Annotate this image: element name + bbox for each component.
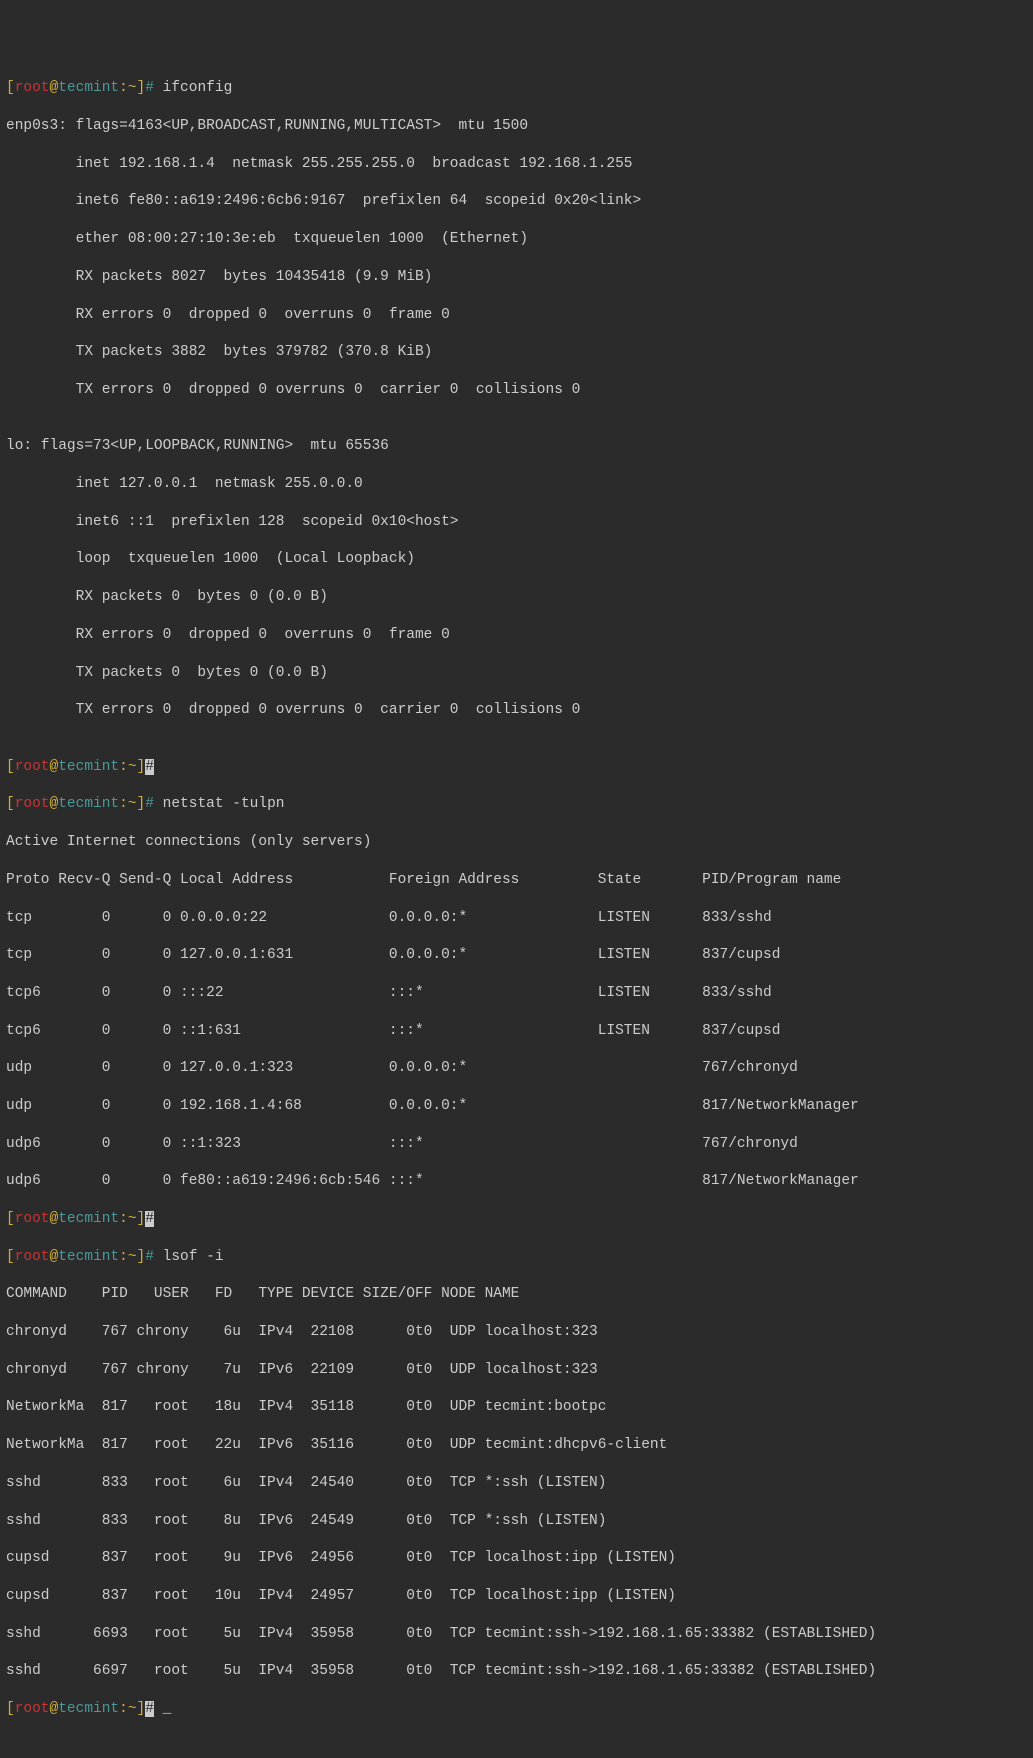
ifconfig-line: inet 127.0.0.1 netmask 255.0.0.0 [6, 475, 1027, 494]
ifconfig-line: TX errors 0 dropped 0 overruns 0 carrier… [6, 381, 1027, 400]
netstat-line: tcp 0 0 0.0.0.0:22 0.0.0.0:* LISTEN 833/… [6, 909, 1027, 928]
prompt-hash-highlight: # [145, 759, 154, 775]
command-ifconfig: ifconfig [163, 80, 233, 96]
ifconfig-line: TX packets 0 bytes 0 (0.0 B) [6, 664, 1027, 683]
lsof-line: cupsd 837 root 9u IPv6 24956 0t0 TCP loc… [6, 1549, 1027, 1568]
terminal-output[interactable]: [root@tecmint:~]# ifconfig enp0s3: flags… [6, 79, 1027, 1718]
netstat-header: Proto Recv-Q Send-Q Local Address Foreig… [6, 871, 1027, 890]
command-lsof: lsof -i [163, 1249, 224, 1265]
ifconfig-line: inet6 fe80::a619:2496:6cb6:9167 prefixle… [6, 192, 1027, 211]
ifconfig-line: TX packets 3882 bytes 379782 (370.8 KiB) [6, 343, 1027, 362]
netstat-line: udp 0 0 192.168.1.4:68 0.0.0.0:* 817/Net… [6, 1097, 1027, 1116]
cursor[interactable]: _ [163, 1701, 172, 1717]
ifconfig-line: RX errors 0 dropped 0 overruns 0 frame 0 [6, 306, 1027, 325]
prompt-user: root [15, 80, 50, 96]
netstat-line: udp6 0 0 fe80::a619:2496:6cb:546 :::* 81… [6, 1172, 1027, 1191]
lsof-line: NetworkMa 817 root 18u IPv4 35118 0t0 UD… [6, 1398, 1027, 1417]
lsof-header: COMMAND PID USER FD TYPE DEVICE SIZE/OFF… [6, 1285, 1027, 1304]
netstat-line: udp6 0 0 ::1:323 :::* 767/chronyd [6, 1135, 1027, 1154]
prompt-bracket-open: [ [6, 80, 15, 96]
lsof-line: sshd 6693 root 5u IPv4 35958 0t0 TCP tec… [6, 1625, 1027, 1644]
prompt-hash: # [145, 80, 154, 96]
lsof-line: chronyd 767 chrony 7u IPv6 22109 0t0 UDP… [6, 1361, 1027, 1380]
prompt-host: tecmint [58, 80, 119, 96]
netstat-line: tcp6 0 0 :::22 :::* LISTEN 833/sshd [6, 984, 1027, 1003]
ifconfig-line: RX errors 0 dropped 0 overruns 0 frame 0 [6, 626, 1027, 645]
lsof-line: sshd 833 root 8u IPv6 24549 0t0 TCP *:ss… [6, 1512, 1027, 1531]
netstat-line: udp 0 0 127.0.0.1:323 0.0.0.0:* 767/chro… [6, 1059, 1027, 1078]
lsof-line: chronyd 767 chrony 6u IPv4 22108 0t0 UDP… [6, 1323, 1027, 1342]
netstat-line: Active Internet connections (only server… [6, 833, 1027, 852]
ifconfig-line: RX packets 8027 bytes 10435418 (9.9 MiB) [6, 268, 1027, 287]
ifconfig-line: inet 192.168.1.4 netmask 255.255.255.0 b… [6, 155, 1027, 174]
lsof-line: NetworkMa 817 root 22u IPv6 35116 0t0 UD… [6, 1436, 1027, 1455]
lsof-line: sshd 833 root 6u IPv4 24540 0t0 TCP *:ss… [6, 1474, 1027, 1493]
ifconfig-line: RX packets 0 bytes 0 (0.0 B) [6, 588, 1027, 607]
prompt-hash-highlight: # [145, 1701, 154, 1717]
prompt-hash-highlight: # [145, 1211, 154, 1227]
netstat-line: tcp6 0 0 ::1:631 :::* LISTEN 837/cupsd [6, 1022, 1027, 1041]
lsof-line: cupsd 837 root 10u IPv4 24957 0t0 TCP lo… [6, 1587, 1027, 1606]
ifconfig-line: lo: flags=73<UP,LOOPBACK,RUNNING> mtu 65… [6, 437, 1027, 456]
command-netstat: netstat -tulpn [163, 796, 285, 812]
ifconfig-line: loop txqueuelen 1000 (Local Loopback) [6, 550, 1027, 569]
ifconfig-line: inet6 ::1 prefixlen 128 scopeid 0x10<hos… [6, 513, 1027, 532]
lsof-line: sshd 6697 root 5u IPv4 35958 0t0 TCP tec… [6, 1662, 1027, 1681]
netstat-line: tcp 0 0 127.0.0.1:631 0.0.0.0:* LISTEN 8… [6, 946, 1027, 965]
ifconfig-line: TX errors 0 dropped 0 overruns 0 carrier… [6, 701, 1027, 720]
ifconfig-line: ether 08:00:27:10:3e:eb txqueuelen 1000 … [6, 230, 1027, 249]
prompt-at: @ [50, 80, 59, 96]
ifconfig-line: enp0s3: flags=4163<UP,BROADCAST,RUNNING,… [6, 117, 1027, 136]
prompt-path: ~ [128, 80, 137, 96]
